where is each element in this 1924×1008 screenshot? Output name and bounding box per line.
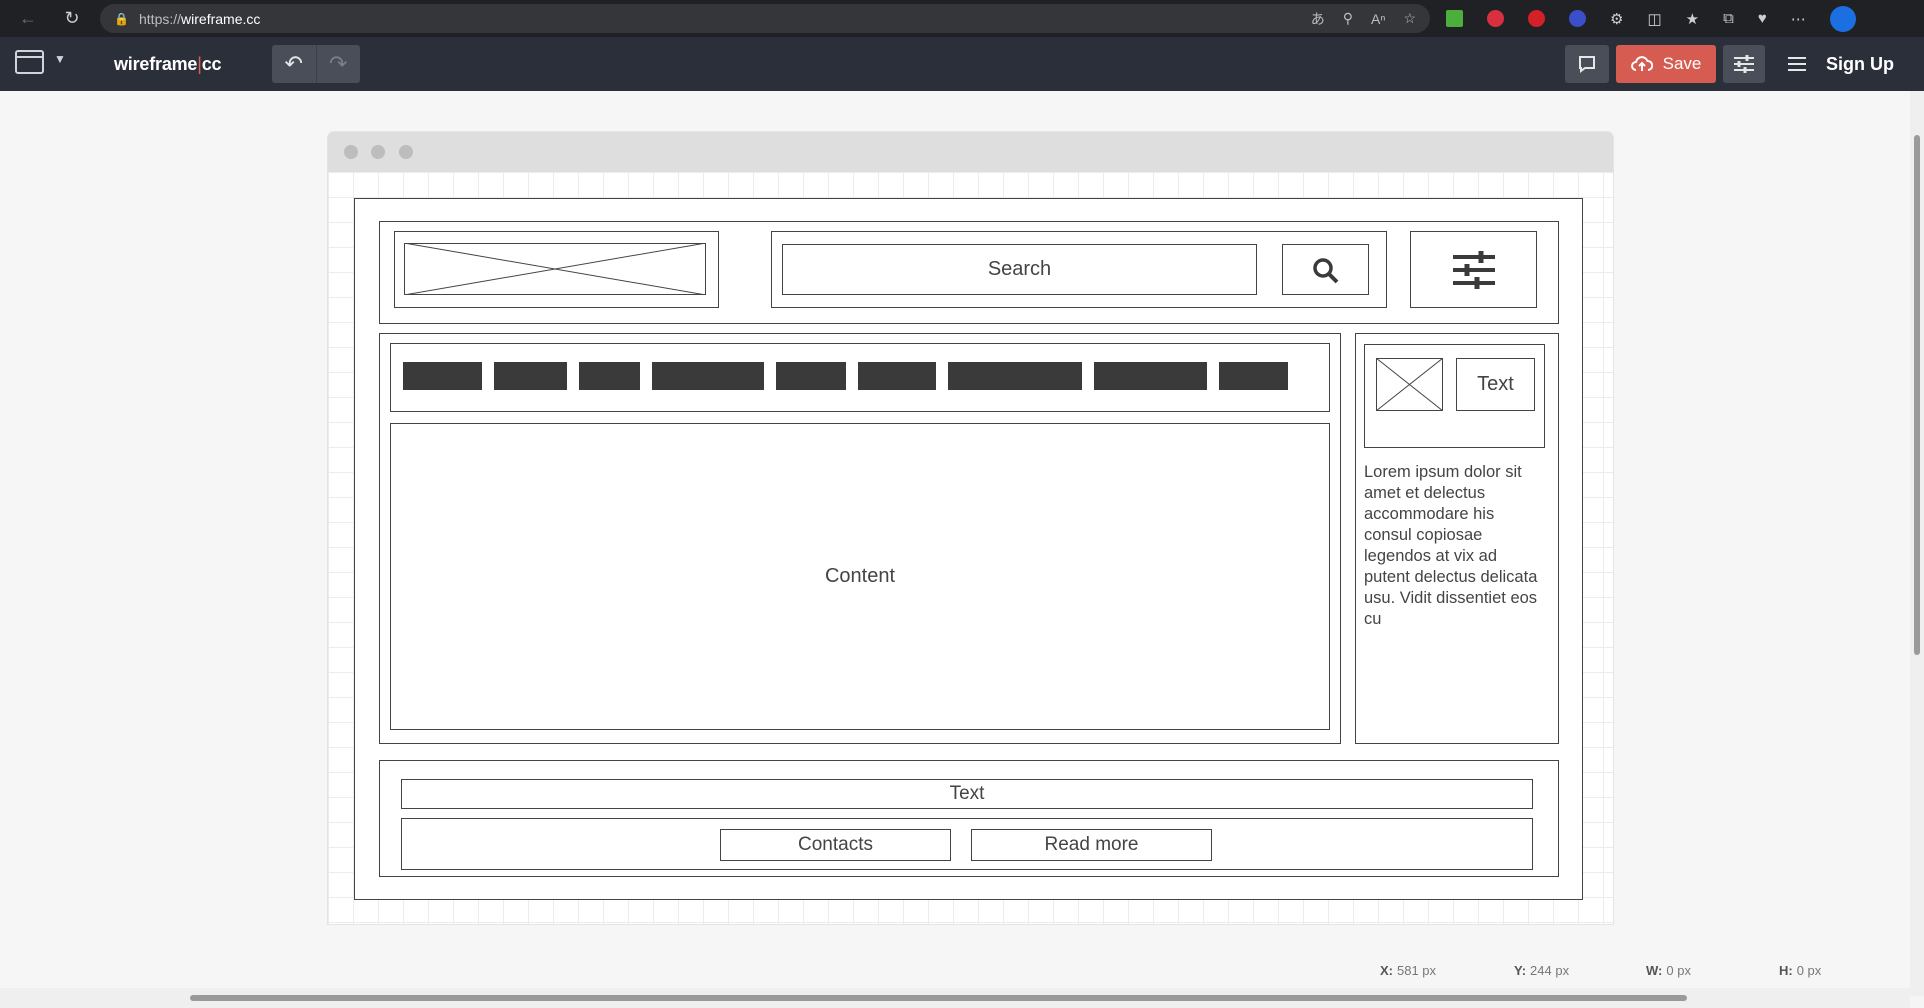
horizontal-scrollbar[interactable]: [0, 988, 1910, 1008]
page-window-icon[interactable]: [15, 50, 44, 74]
read-aloud-icon[interactable]: Aⁿ: [1371, 11, 1385, 27]
vertical-scrollbar[interactable]: [1910, 91, 1924, 996]
redo-icon[interactable]: ↷: [315, 45, 361, 83]
nav-item[interactable]: [948, 362, 1082, 390]
favorite-star-icon[interactable]: ☆: [1403, 10, 1416, 27]
performance-icon[interactable]: ♥: [1758, 10, 1767, 27]
nav-item[interactable]: [403, 362, 482, 390]
more-menu-icon[interactable]: ⋯: [1791, 10, 1806, 28]
window-dot: [399, 145, 413, 159]
x-label: X:: [1380, 963, 1393, 978]
search-icon: [1313, 258, 1339, 284]
page-frame[interactable]: Search Content Text Lorem ipsum dolor si…: [354, 198, 1583, 900]
nav-item[interactable]: [858, 362, 936, 390]
coordinates-readout: X: 581 px Y: 244 px W: 0 px H: 0 px: [1380, 963, 1910, 981]
back-icon[interactable]: ←: [14, 4, 42, 32]
adblock-extension-icon[interactable]: [1487, 10, 1504, 27]
bing-chat-icon[interactable]: [1829, 5, 1856, 32]
sliders-icon: [1734, 55, 1754, 73]
header-container[interactable]: Search: [379, 221, 1559, 324]
filter-button[interactable]: [1410, 231, 1537, 308]
search-button[interactable]: [1282, 244, 1369, 295]
split-screen-icon[interactable]: ◫: [1647, 10, 1661, 28]
save-label: Save: [1662, 54, 1702, 73]
address-bar[interactable]: 🔒 https://wireframe.cc あ ⚲ Aⁿ ☆: [100, 4, 1430, 33]
lock-icon: 🔒: [114, 12, 129, 26]
sidebar-card-text[interactable]: Text: [1456, 358, 1535, 411]
logo-main: wireframe: [114, 54, 198, 74]
footer-container[interactable]: Text Contacts Read more: [379, 760, 1559, 877]
logo[interactable]: wireframe|cc: [114, 54, 222, 75]
footer-text[interactable]: Text: [401, 779, 1533, 809]
image-placeholder-icon: [404, 243, 706, 295]
red-extension-icon[interactable]: [1528, 10, 1545, 27]
sidebar[interactable]: Text Lorem ipsum dolor sit amet et delec…: [1355, 333, 1559, 744]
hamburger-menu-icon[interactable]: [1783, 50, 1811, 78]
url-host: wireframe.cc: [181, 10, 261, 27]
image-placeholder-icon: [1376, 358, 1443, 411]
nav-item[interactable]: [494, 362, 567, 390]
comment-button[interactable]: [1565, 45, 1609, 83]
h-value: 0 px: [1796, 963, 1822, 978]
signup-link[interactable]: Sign Up: [1826, 54, 1894, 75]
cloud-upload-icon: [1630, 56, 1653, 71]
logo-placeholder[interactable]: [394, 231, 719, 308]
logo-suffix: cc: [201, 54, 222, 74]
url-scheme: https://: [139, 10, 182, 27]
app-toolbar: ▼ wireframe|cc ↶ ↷ Save Sign Up: [0, 37, 1924, 91]
download-extension-icon[interactable]: [1446, 10, 1463, 27]
y-label: Y:: [1514, 963, 1527, 978]
window-dot: [371, 145, 385, 159]
main-container[interactable]: Content: [379, 333, 1341, 744]
y-readout: Y: 244 px: [1514, 963, 1569, 978]
nav-item[interactable]: [652, 362, 764, 390]
nav-item[interactable]: [579, 362, 640, 390]
sidebar-paragraph[interactable]: Lorem ipsum dolor sit amet et delectus a…: [1364, 462, 1544, 630]
y-value: 244 px: [1530, 963, 1570, 978]
comment-icon: [1579, 56, 1595, 73]
horizontal-scroll-thumb[interactable]: [190, 995, 1687, 1001]
favorites-icon[interactable]: ★: [1686, 10, 1699, 28]
navbar[interactable]: [390, 343, 1330, 412]
x-readout: X: 581 px: [1380, 963, 1436, 978]
zoom-icon[interactable]: ⚲: [1343, 10, 1353, 27]
contacts-button[interactable]: Contacts: [720, 829, 951, 861]
nav-item[interactable]: [776, 362, 846, 390]
save-button[interactable]: Save: [1616, 45, 1716, 83]
search-input[interactable]: Search: [782, 244, 1257, 295]
wireframe-titlebar: [328, 132, 1613, 172]
undo-redo-group: ↶ ↷: [272, 45, 360, 83]
window-dot: [344, 145, 358, 159]
h-readout: H: 0 px: [1779, 963, 1821, 978]
blue-extension-icon[interactable]: [1569, 10, 1586, 27]
puzzle-extensions-icon[interactable]: ⚙: [1610, 10, 1623, 28]
nav-item[interactable]: [1094, 362, 1207, 390]
search-container: Search: [771, 231, 1387, 308]
translate-icon[interactable]: あ: [1311, 9, 1325, 29]
extensions-bar: ⚙ ◫ ★ ⧉ ♥ ⋯: [1446, 0, 1856, 37]
content-area[interactable]: Content: [390, 423, 1330, 730]
x-value: 581 px: [1397, 963, 1437, 978]
collections-icon[interactable]: ⧉: [1723, 10, 1734, 27]
undo-icon[interactable]: ↶: [272, 45, 316, 83]
browser-bar: ← ↻ 🔒 https://wireframe.cc あ ⚲ Aⁿ ☆ ⚙ ◫ …: [0, 0, 1924, 37]
settings-button[interactable]: [1723, 45, 1765, 83]
nav-item[interactable]: [1219, 362, 1288, 390]
w-label: W:: [1646, 963, 1663, 978]
h-label: H:: [1779, 963, 1793, 978]
read-more-button[interactable]: Read more: [971, 829, 1212, 861]
w-value: 0 px: [1666, 963, 1691, 978]
chevron-down-icon[interactable]: ▼: [54, 52, 66, 66]
w-readout: W: 0 px: [1646, 963, 1691, 978]
footer-links-row[interactable]: Contacts Read more: [401, 818, 1533, 870]
vertical-scroll-thumb[interactable]: [1914, 135, 1920, 655]
wireframe-browser-window: Search Content Text Lorem ipsum dolor si…: [328, 132, 1613, 924]
sidebar-card[interactable]: Text: [1364, 344, 1545, 448]
sliders-icon: [1453, 251, 1495, 289]
reload-icon[interactable]: ↻: [58, 4, 86, 32]
